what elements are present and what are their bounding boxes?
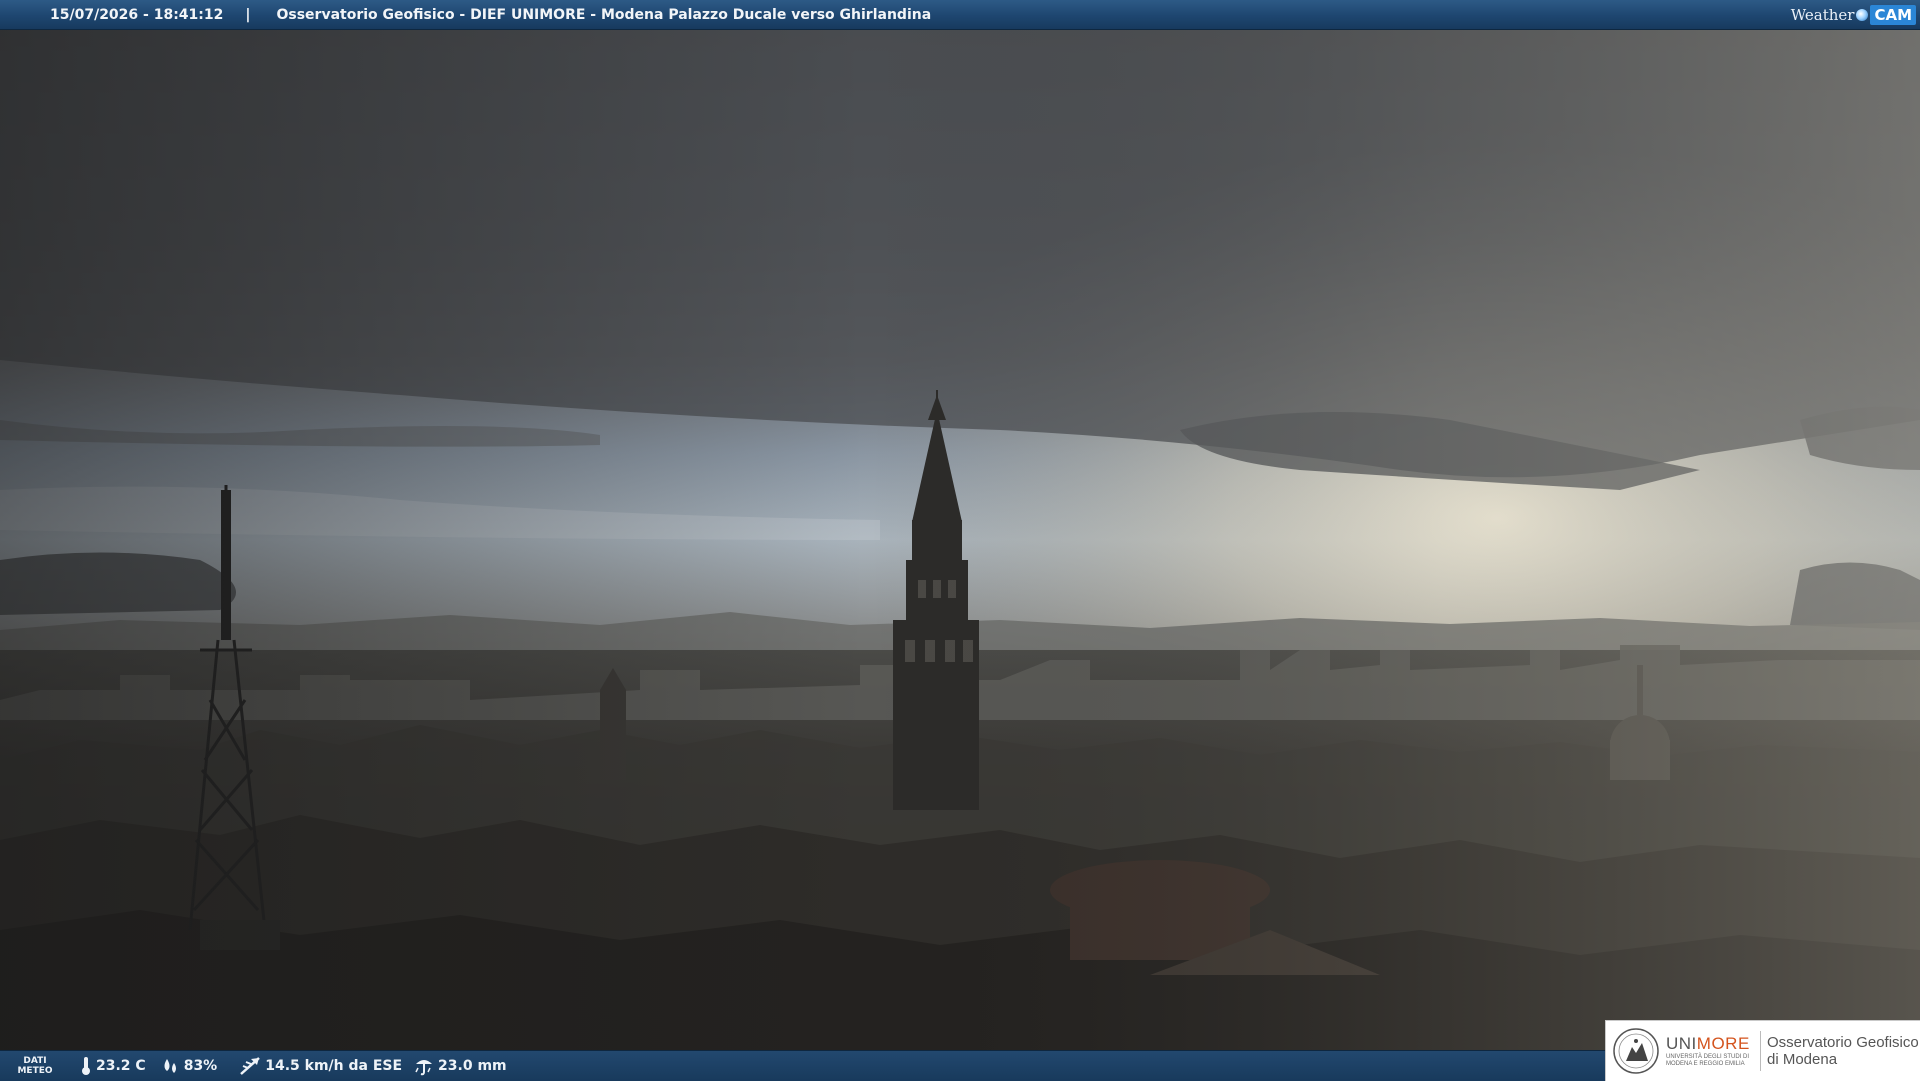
meteo-label-line1: DATI xyxy=(23,1056,47,1066)
observatory-name: Osservatorio Geofisico di Modena xyxy=(1767,1034,1919,1068)
weathercam-cam-text: CAM xyxy=(1870,4,1916,25)
camera-title: Osservatorio Geofisico - DIEF UNIMORE - … xyxy=(276,6,932,23)
humidity-reading: 83% xyxy=(160,1056,218,1076)
meteo-data-bar: DATI METEO 23.2 C 83% 14.5 km/h da ESE 2… xyxy=(0,1050,1605,1081)
weathercam-dot-icon xyxy=(1856,8,1869,21)
unimore-name: UNIMORE xyxy=(1666,1034,1754,1054)
wind-reading: 14.5 km/h da ESE xyxy=(239,1056,402,1076)
unimore-sub-line1: UNIVERSITÀ DEGLI STUDI DI xyxy=(1666,1054,1750,1060)
unimore-seal-icon xyxy=(1613,1028,1659,1074)
rain-value: 23.0 mm xyxy=(438,1058,507,1074)
unimore-logo-box: UNIMORE UNIVERSITÀ DEGLI STUDI DI MODENA… xyxy=(1605,1020,1920,1081)
rain-reading: 23.0 mm xyxy=(414,1056,507,1076)
temperature-reading: 23.2 C xyxy=(80,1056,146,1076)
weathercam-weather-text: Weather xyxy=(1790,5,1855,24)
unimore-sub-line2: MODENA E REGGIO EMILIA xyxy=(1666,1061,1745,1067)
thermometer-icon xyxy=(82,1057,90,1075)
humidity-value: 83% xyxy=(183,1058,218,1074)
logo-divider xyxy=(1760,1031,1761,1071)
wind-direction-icon xyxy=(240,1057,261,1075)
observatory-line2: di Modena xyxy=(1767,1051,1838,1068)
humidity-drops-icon xyxy=(164,1059,176,1073)
meteo-label-line2: METEO xyxy=(17,1066,53,1076)
unimore-wordmark: UNIMORE UNIVERSITÀ DEGLI STUDI DI MODENA… xyxy=(1666,1034,1754,1068)
timestamp: 15/07/2026 - 18:41:12 xyxy=(50,6,224,23)
header-separator: | xyxy=(245,6,251,23)
webcam-scene xyxy=(0,0,1920,1080)
observatory-line1: Osservatorio Geofisico xyxy=(1767,1034,1919,1051)
camera-header-bar: 15/07/2026 - 18:41:12 | Osservatorio Geo… xyxy=(0,0,1920,30)
rain-gauge-icon xyxy=(415,1060,433,1076)
unimore-more: MORE xyxy=(1696,1034,1750,1053)
wind-value: 14.5 km/h da ESE xyxy=(265,1058,403,1074)
temperature-value: 23.2 C xyxy=(96,1058,146,1074)
meteo-label: DATI METEO xyxy=(0,1056,70,1076)
unimore-uni: UNI xyxy=(1666,1034,1697,1053)
weathercam-logo: Weather CAM xyxy=(1791,4,1916,25)
